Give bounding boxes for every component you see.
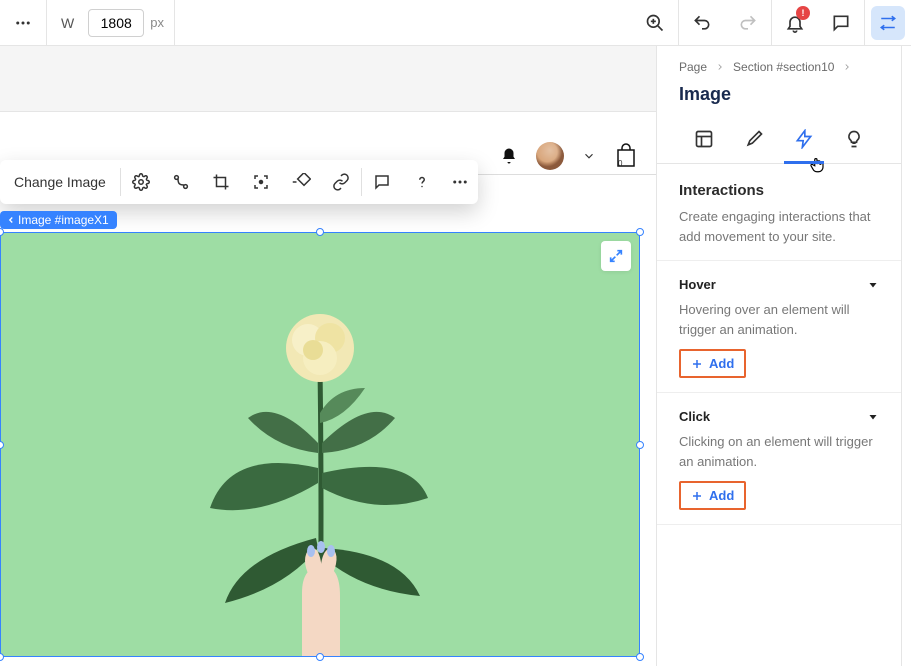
help-icon (413, 173, 431, 191)
secondary-bar (0, 46, 656, 112)
comment-icon (831, 13, 851, 33)
tab-help[interactable] (829, 121, 879, 163)
mask-icon (291, 173, 311, 191)
image-toolbar: Change Image (0, 160, 478, 204)
hover-add-button[interactable]: Add (679, 349, 746, 378)
add-label: Add (709, 356, 734, 371)
plus-icon (691, 490, 703, 502)
hover-row: Hover Hovering over an element will trig… (657, 261, 901, 392)
animation-button[interactable] (161, 160, 201, 204)
click-row: Click Clicking on an element will trigge… (657, 393, 901, 524)
more-horizontal-icon (14, 14, 32, 32)
plus-icon (691, 358, 703, 370)
settings-button[interactable] (121, 160, 161, 204)
expand-button[interactable] (601, 241, 631, 271)
hover-title: Hover (679, 277, 716, 292)
resize-handle[interactable] (0, 653, 4, 661)
divider (657, 524, 901, 525)
selection-badge[interactable]: Image #imageX1 (0, 211, 117, 229)
breadcrumb: Page Section #section10 (657, 46, 901, 84)
resize-handle[interactable] (636, 653, 644, 661)
chevron-right-icon (842, 62, 852, 72)
lightning-icon (794, 129, 814, 149)
comment-icon (373, 173, 391, 191)
caret-down-icon (867, 411, 879, 423)
cart-count: 0 (618, 159, 622, 168)
selection-badge-label: Image #imageX1 (18, 213, 109, 227)
comments-button[interactable] (818, 0, 864, 45)
cursor-hand-icon (808, 156, 826, 174)
toolbar-more-button[interactable] (442, 160, 478, 204)
top-bar-right: ! (632, 0, 911, 45)
interactions-section: Interactions Create engaging interaction… (657, 164, 901, 261)
redo-icon (738, 13, 758, 33)
zoom-in-icon (645, 13, 665, 33)
click-add-button[interactable]: Add (679, 481, 746, 510)
click-title: Click (679, 409, 710, 424)
inspector-toggle-button[interactable] (871, 6, 905, 40)
panel-tabs (657, 121, 901, 164)
tab-interactions[interactable] (779, 121, 829, 163)
toolbar-comment-button[interactable] (362, 160, 402, 204)
inspector-panel: Page Section #section10 Image Interactio… (656, 46, 902, 666)
px-label: px (150, 15, 164, 30)
flower-illustration (170, 248, 470, 657)
width-input[interactable] (88, 9, 144, 37)
panel-right-icon (879, 14, 897, 32)
notification-badge: ! (796, 6, 810, 20)
click-desc: Clicking on an element will trigger an a… (679, 432, 879, 471)
crop-button[interactable] (201, 160, 241, 204)
click-toggle[interactable]: Click (679, 409, 879, 424)
resize-handle[interactable] (316, 228, 324, 236)
brush-icon (744, 129, 764, 149)
site-bell-icon[interactable] (500, 147, 518, 165)
avatar[interactable] (536, 142, 564, 170)
resize-handle[interactable] (636, 228, 644, 236)
divider (864, 0, 865, 45)
chevron-down-icon[interactable] (582, 149, 596, 163)
resize-handle[interactable] (316, 653, 324, 661)
layout-icon (694, 129, 714, 149)
tab-layout[interactable] (679, 121, 729, 163)
focal-point-icon (252, 173, 270, 191)
top-bar: W px ! (0, 0, 911, 46)
redo-button[interactable] (725, 0, 771, 45)
animation-icon (172, 173, 190, 191)
canvas-image[interactable] (0, 232, 640, 657)
help-button[interactable] (402, 160, 442, 204)
link-button[interactable] (321, 160, 361, 204)
more-horizontal-icon (451, 173, 469, 191)
focal-point-button[interactable] (241, 160, 281, 204)
width-label: W (47, 15, 88, 31)
panel-title: Image (657, 84, 901, 121)
caret-down-icon (867, 279, 879, 291)
cart-button[interactable]: 0 (614, 142, 638, 170)
chevron-left-icon (6, 215, 16, 225)
mask-button[interactable] (281, 160, 321, 204)
breadcrumb-section[interactable]: Section #section10 (733, 60, 834, 74)
tab-design[interactable] (729, 121, 779, 163)
more-menu-button[interactable] (0, 0, 46, 45)
hover-desc: Hovering over an element will trigger an… (679, 300, 879, 339)
undo-icon (692, 13, 712, 33)
link-icon (332, 173, 350, 191)
gear-icon (132, 173, 150, 191)
change-image-button[interactable]: Change Image (0, 160, 120, 204)
lightbulb-icon (844, 129, 864, 149)
resize-handle[interactable] (636, 441, 644, 449)
hover-toggle[interactable]: Hover (679, 277, 879, 292)
interactions-desc: Create engaging interactions that add mo… (679, 207, 879, 246)
interactions-title: Interactions (679, 182, 879, 199)
expand-icon (608, 248, 624, 264)
crop-icon (212, 173, 230, 191)
zoom-in-button[interactable] (632, 0, 678, 45)
notifications-button[interactable]: ! (772, 0, 818, 45)
breadcrumb-page[interactable]: Page (679, 60, 707, 74)
undo-button[interactable] (679, 0, 725, 45)
chevron-right-icon (715, 62, 725, 72)
add-label: Add (709, 488, 734, 503)
top-bar-left: W px (0, 0, 175, 45)
